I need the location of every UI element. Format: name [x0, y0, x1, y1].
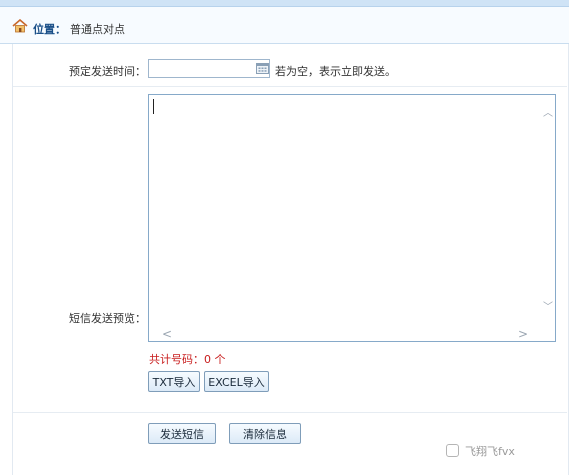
watermark-logo-icon: [446, 444, 459, 457]
txt-import-button[interactable]: TXT导入: [148, 371, 200, 392]
top-strip: [0, 0, 569, 7]
breadcrumb: 位置： 普通点对点: [0, 7, 569, 44]
vertical-scrollbar[interactable]: ︿ ﹀: [540, 95, 555, 327]
scroll-right-icon[interactable]: >: [518, 327, 528, 341]
breadcrumb-label: 位置：: [33, 23, 66, 36]
sms-preview-textarea[interactable]: [148, 94, 556, 342]
horizontal-scrollbar[interactable]: < >: [149, 326, 541, 341]
scroll-left-icon[interactable]: <: [162, 327, 172, 341]
schedule-hint: 若为空，表示立即发送。: [275, 65, 396, 78]
scroll-down-icon[interactable]: ﹀: [543, 298, 553, 313]
calendar-icon[interactable]: [256, 62, 269, 74]
watermark: 飞翔飞fvx: [465, 445, 515, 458]
row-divider: [13, 412, 567, 413]
scroll-up-icon[interactable]: ︿: [543, 104, 553, 119]
send-sms-button[interactable]: 发送短信: [148, 423, 216, 444]
text-caret: [153, 99, 154, 114]
clear-info-button[interactable]: 清除信息: [229, 423, 301, 444]
breadcrumb-current: 普通点对点: [70, 23, 125, 36]
row-divider: [13, 86, 567, 87]
number-count: 共计号码：0 个: [149, 353, 226, 366]
schedule-time-input[interactable]: [148, 59, 270, 78]
excel-import-button[interactable]: EXCEL导入: [204, 371, 269, 392]
home-icon: [12, 19, 28, 33]
sms-preview-label: 短信发送预览：: [69, 312, 146, 325]
schedule-time-label: 预定发送时间：: [69, 65, 146, 78]
